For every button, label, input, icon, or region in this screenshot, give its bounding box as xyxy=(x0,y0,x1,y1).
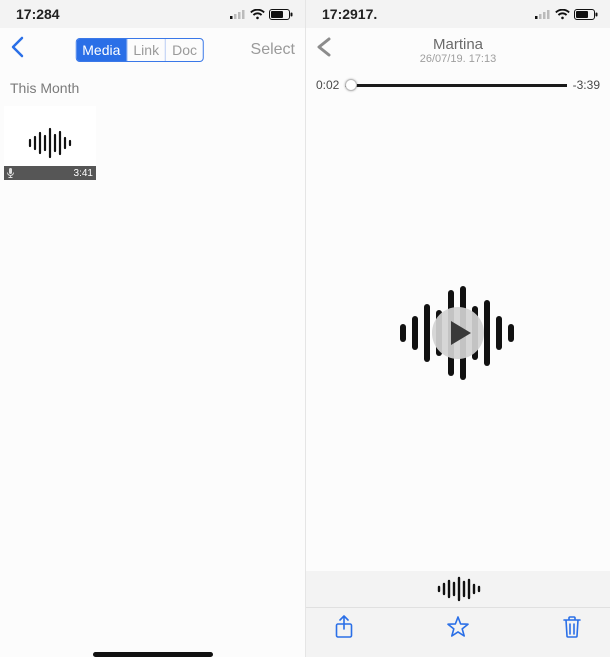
player-canvas xyxy=(306,94,610,571)
media-grid: 3:41 xyxy=(0,100,305,186)
toolbar-header xyxy=(306,571,610,607)
thumbnail-footer: 3:41 xyxy=(4,166,96,180)
status-time: 17:284 xyxy=(16,6,60,22)
remaining-time: -3:39 xyxy=(573,78,600,92)
waveform-icon xyxy=(25,126,75,160)
duration-label: 3:41 xyxy=(74,168,93,179)
home-indicator[interactable] xyxy=(93,652,213,657)
select-button[interactable]: Select xyxy=(251,41,295,59)
tab-link[interactable]: Link xyxy=(126,39,165,61)
section-header: This Month xyxy=(0,72,305,100)
battery-icon xyxy=(574,9,598,20)
status-time: 17:2917. xyxy=(322,6,377,22)
signal-icon xyxy=(230,9,246,19)
bottom-toolbar xyxy=(306,607,610,657)
status-icons xyxy=(535,9,598,20)
audio-player-screen: 17:2917. Martina 26/07/19. 17:13 0:02 -3… xyxy=(305,0,610,657)
delete-button[interactable] xyxy=(562,615,582,644)
tab-doc[interactable]: Doc xyxy=(165,39,203,61)
status-icons xyxy=(230,9,293,20)
mic-icon xyxy=(7,168,14,178)
back-button[interactable] xyxy=(316,37,340,63)
share-button[interactable] xyxy=(334,615,354,644)
signal-icon xyxy=(535,9,551,19)
nav-bar: Media Link Doc Select xyxy=(0,28,305,72)
trash-icon xyxy=(562,615,582,639)
tab-media[interactable]: Media xyxy=(76,39,126,61)
timestamp-label: 26/07/19. 17:13 xyxy=(306,53,610,65)
contact-name: Martina xyxy=(306,36,610,53)
nav-bar: Martina 26/07/19. 17:13 xyxy=(306,28,610,72)
nav-title-block: Martina 26/07/19. 17:13 xyxy=(306,36,610,65)
status-bar: 17:284 xyxy=(0,0,305,28)
slider-knob[interactable] xyxy=(345,79,357,91)
elapsed-time: 0:02 xyxy=(316,78,339,92)
favorite-button[interactable] xyxy=(446,615,470,644)
audio-thumbnail[interactable]: 3:41 xyxy=(4,106,96,180)
wifi-icon xyxy=(555,9,570,20)
play-button[interactable] xyxy=(432,307,484,359)
playback-bar: 0:02 -3:39 xyxy=(306,72,610,94)
media-gallery-screen: 17:284 Media Link Doc Select This Month xyxy=(0,0,305,657)
share-icon xyxy=(334,615,354,639)
back-button[interactable] xyxy=(10,36,34,64)
progress-slider[interactable] xyxy=(345,76,566,94)
wifi-icon xyxy=(250,9,265,20)
waveform-icon xyxy=(435,576,481,602)
play-icon xyxy=(451,321,471,345)
status-bar: 17:2917. xyxy=(306,0,610,28)
star-icon xyxy=(446,615,470,639)
battery-icon xyxy=(269,9,293,20)
media-type-tabs: Media Link Doc xyxy=(75,38,204,62)
